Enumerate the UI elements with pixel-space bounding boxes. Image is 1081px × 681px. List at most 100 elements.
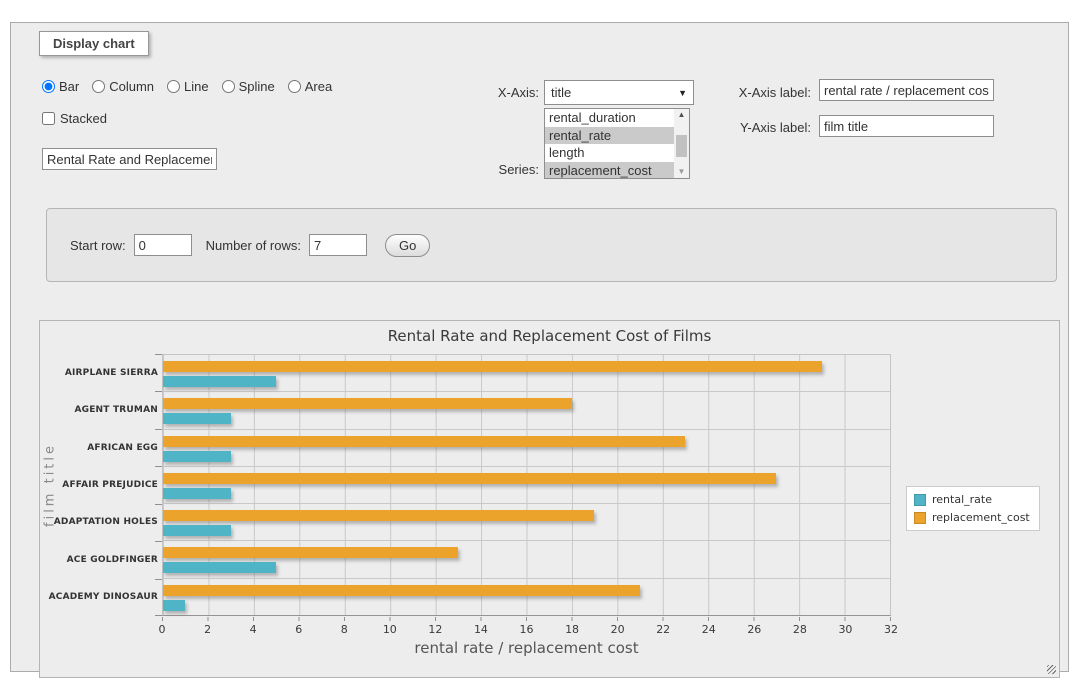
resize-grip-icon[interactable] xyxy=(1047,665,1056,674)
x-tick-label: 16 xyxy=(520,623,534,636)
replacement_cost-bar xyxy=(163,436,685,447)
legend-label: rental_rate xyxy=(932,493,992,506)
rental_rate-bar xyxy=(163,488,231,499)
chart-type-label: Area xyxy=(305,79,332,94)
replacement_cost-bar xyxy=(163,585,640,596)
chart-x-axis-label: rental rate / replacement cost xyxy=(162,639,891,657)
plot-row xyxy=(163,430,890,467)
chart-type-label: Column xyxy=(109,79,154,94)
series-option-rental_duration[interactable]: rental_duration xyxy=(545,109,674,127)
go-button[interactable]: Go xyxy=(385,234,430,257)
chart-type-radio-spline[interactable] xyxy=(222,80,235,93)
rental_rate-bar xyxy=(163,600,185,611)
legend-swatch xyxy=(914,494,926,506)
chart-x-tick-marks xyxy=(162,617,891,621)
listbox-scrollbar[interactable]: ▲ ▼ xyxy=(674,109,689,178)
start-row-input[interactable] xyxy=(134,234,192,256)
series-option-rental_rate[interactable]: rental_rate xyxy=(545,127,674,145)
category-label: AGENT TRUMAN xyxy=(58,391,158,428)
rental_rate-bar xyxy=(163,562,276,573)
chart-x-tick-labels: 02468101214161820222426283032 xyxy=(162,623,891,635)
stacked-checkbox[interactable] xyxy=(42,112,55,125)
chart-panel: Rental Rate and Replacement Cost of Film… xyxy=(39,320,1060,678)
series-option-replacement_cost[interactable]: replacement_cost xyxy=(545,162,674,180)
xaxis-label-input[interactable] xyxy=(819,79,994,101)
chart-y-axis-label: film title xyxy=(42,354,58,616)
category-label: AFRICAN EGG xyxy=(58,429,158,466)
category-label: ACE GOLDFINGER xyxy=(58,541,158,578)
plot-row xyxy=(163,355,890,392)
row-range-panel: Start row: Number of rows: Go xyxy=(46,208,1057,282)
stacked-option[interactable]: Stacked xyxy=(42,111,107,126)
chart-title-input[interactable] xyxy=(42,148,217,170)
x-tick-label: 22 xyxy=(656,623,670,636)
xaxis-select[interactable]: title ▼ xyxy=(544,80,694,105)
xaxis-selected-value: title xyxy=(551,85,571,100)
x-tick-label: 28 xyxy=(793,623,807,636)
x-tick-label: 0 xyxy=(159,623,166,636)
replacement_cost-bar xyxy=(163,510,594,521)
xaxis-select-label: X-Axis: xyxy=(441,85,539,100)
series-listbox-label: Series: xyxy=(441,162,539,177)
chart-type-radios: Bar Column Line Spline Area xyxy=(42,79,332,94)
x-tick-label: 2 xyxy=(204,623,211,636)
chart-plot-area xyxy=(162,354,891,616)
chart-category-labels: AIRPLANE SIERRAAGENT TRUMANAFRICAN EGGAF… xyxy=(58,354,158,616)
chart-type-label: Spline xyxy=(239,79,275,94)
chart-type-bar[interactable]: Bar xyxy=(42,79,79,94)
page: Display chart BarColumnLineSplineArea St… xyxy=(0,0,1081,681)
display-chart-fieldset: Display chart BarColumnLineSplineArea St… xyxy=(10,22,1069,672)
category-label: AIRPLANE SIERRA xyxy=(58,354,158,391)
start-row-label: Start row: xyxy=(70,238,126,253)
chart-type-radio-column[interactable] xyxy=(92,80,105,93)
chart-legend: rental_rate replacement_cost xyxy=(906,486,1040,531)
chart-type-radio-bar[interactable] xyxy=(42,80,55,93)
plot-row xyxy=(163,467,890,504)
series-listbox[interactable]: rental_durationrental_ratelengthreplacem… xyxy=(544,108,690,179)
x-tick-label: 32 xyxy=(884,623,898,636)
x-tick-label: 6 xyxy=(295,623,302,636)
xaxis-label-label: X-Axis label: xyxy=(713,85,811,100)
replacement_cost-bar xyxy=(163,473,776,484)
plot-row xyxy=(163,541,890,578)
legend-entry-rental_rate[interactable]: rental_rate xyxy=(914,493,1030,506)
category-label: ACADEMY DINOSAUR xyxy=(58,579,158,616)
chart-type-area[interactable]: Area xyxy=(288,79,332,94)
rental_rate-bar xyxy=(163,413,231,424)
rental_rate-bar xyxy=(163,451,231,462)
x-tick-label: 30 xyxy=(838,623,852,636)
stacked-label: Stacked xyxy=(60,111,107,126)
legend-entry-replacement_cost[interactable]: replacement_cost xyxy=(914,511,1030,524)
chart-type-radio-line[interactable] xyxy=(167,80,180,93)
yaxis-label-label: Y-Axis label: xyxy=(713,120,811,135)
yaxis-label-input[interactable] xyxy=(819,115,994,137)
x-tick-label: 20 xyxy=(611,623,625,636)
plot-row xyxy=(163,579,890,615)
chart-type-radio-area[interactable] xyxy=(288,80,301,93)
x-tick-label: 8 xyxy=(341,623,348,636)
x-tick-label: 24 xyxy=(702,623,716,636)
x-tick-label: 26 xyxy=(747,623,761,636)
chart-type-spline[interactable]: Spline xyxy=(222,79,275,94)
chart-type-line[interactable]: Line xyxy=(167,79,209,94)
scrollbar-thumb[interactable] xyxy=(676,135,687,157)
num-rows-input[interactable] xyxy=(309,234,367,256)
x-tick-label: 10 xyxy=(383,623,397,636)
chart-y-ticks xyxy=(155,354,162,616)
x-tick-label: 18 xyxy=(565,623,579,636)
scroll-down-icon[interactable]: ▼ xyxy=(674,166,689,178)
scroll-up-icon[interactable]: ▲ xyxy=(674,109,689,121)
num-rows-label: Number of rows: xyxy=(206,238,301,253)
replacement_cost-bar xyxy=(163,547,458,558)
series-option-length[interactable]: length xyxy=(545,144,674,162)
x-tick-label: 12 xyxy=(428,623,442,636)
replacement_cost-bar xyxy=(163,398,572,409)
rental_rate-bar xyxy=(163,376,276,387)
category-label: AFFAIR PREJUDICE xyxy=(58,466,158,503)
series-options: rental_durationrental_ratelengthreplacem… xyxy=(545,109,689,179)
x-tick-label: 14 xyxy=(474,623,488,636)
chart-type-label: Bar xyxy=(59,79,79,94)
legend-swatch xyxy=(914,512,926,524)
x-tick-label: 4 xyxy=(250,623,257,636)
chart-type-column[interactable]: Column xyxy=(92,79,154,94)
